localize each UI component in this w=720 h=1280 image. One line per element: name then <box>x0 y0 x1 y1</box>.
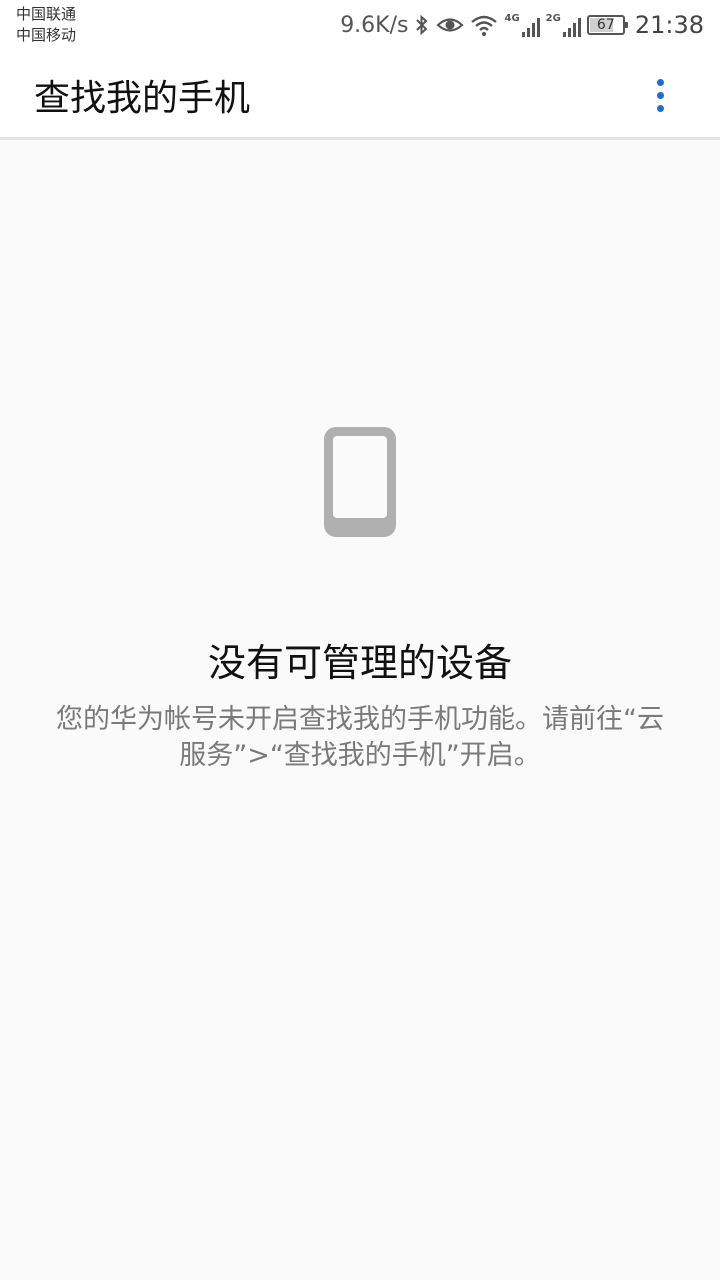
eye-comfort-icon <box>436 13 465 37</box>
signal-2g-label: 2G <box>545 13 561 24</box>
screen: 中国联通 中国移动 9.6K/s 4G 2G 67 21:38 查找我的手机 没… <box>0 0 720 1280</box>
empty-state-description: 您的华为帐号未开启查找我的手机功能。请前往“云服务”>“查找我的手机”开启。 <box>56 704 664 771</box>
empty-state: 没有可管理的设备 您的华为帐号未开启查找我的手机功能。请前往“云服务”>“查找我… <box>0 140 720 1280</box>
empty-state-title: 没有可管理的设备 <box>207 641 512 685</box>
phone-icon <box>324 427 396 537</box>
page-title: 查找我的手机 <box>34 78 251 119</box>
battery-level: 67 <box>596 17 615 33</box>
more-options-button[interactable] <box>640 72 680 118</box>
bluetooth-icon <box>414 13 430 37</box>
status-icons: 9.6K/s 4G 2G 67 21:38 <box>340 0 704 50</box>
signal-2g-icon: 2G <box>546 13 581 37</box>
more-vertical-icon <box>656 78 664 86</box>
signal-4g-label: 4G <box>504 13 520 24</box>
app-bar: 查找我的手机 <box>0 50 720 140</box>
carrier-info: 中国联通 中国移动 <box>16 4 76 46</box>
carrier-2: 中国移动 <box>16 26 77 44</box>
wifi-icon <box>470 13 498 37</box>
signal-4g-icon: 4G <box>504 13 540 37</box>
battery-icon: 67 <box>586 15 628 35</box>
clock: 21:38 <box>634 11 704 39</box>
status-bar: 中国联通 中国移动 9.6K/s 4G 2G 67 21:38 <box>0 0 720 50</box>
network-speed: 9.6K/s <box>340 12 409 38</box>
carrier-1: 中国联通 <box>16 5 77 23</box>
